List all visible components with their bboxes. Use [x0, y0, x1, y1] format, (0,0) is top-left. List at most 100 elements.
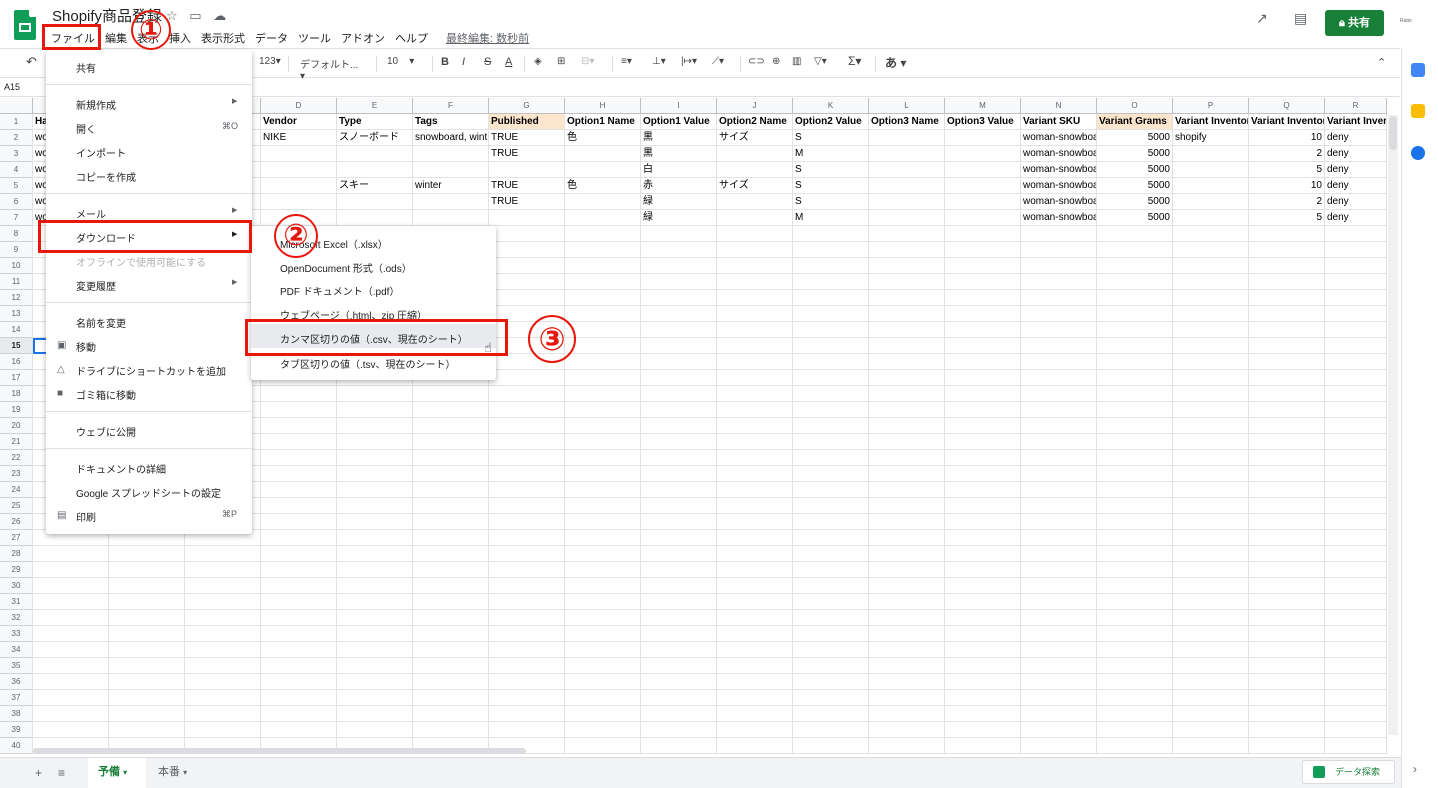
header-cell[interactable]: Variant Grams: [1097, 114, 1173, 130]
table-cell[interactable]: [869, 210, 945, 226]
header-cell[interactable]: Vendor: [261, 114, 337, 130]
menu-tools[interactable]: ツール: [293, 27, 336, 49]
functions-icon[interactable]: Σ▾: [848, 54, 861, 68]
keep-icon[interactable]: [1411, 104, 1425, 118]
table-cell[interactable]: [413, 162, 489, 178]
move-folder-icon[interactable]: ▭: [189, 8, 201, 23]
row-header[interactable]: 32: [0, 610, 33, 626]
share-button[interactable]: 🔒︎ 共有: [1325, 10, 1384, 36]
table-cell[interactable]: [489, 210, 565, 226]
table-cell[interactable]: 黒: [641, 146, 717, 162]
menu-addons[interactable]: アドオン: [336, 27, 390, 49]
table-cell[interactable]: サイズ: [717, 178, 793, 194]
row-header[interactable]: 34: [0, 642, 33, 658]
row-header[interactable]: 26: [0, 514, 33, 530]
table-cell[interactable]: NIKE: [261, 130, 337, 146]
table-cell[interactable]: [337, 194, 413, 210]
table-cell[interactable]: [869, 178, 945, 194]
table-cell[interactable]: TRUE: [489, 146, 565, 162]
table-cell[interactable]: [337, 210, 413, 226]
row-header[interactable]: 7: [0, 210, 33, 226]
header-cell[interactable]: Type: [337, 114, 413, 130]
column-header[interactable]: M: [945, 98, 1021, 114]
header-cell[interactable]: Option2 Value: [793, 114, 869, 130]
table-cell[interactable]: 緑: [641, 194, 717, 210]
table-cell[interactable]: woman-snowboa: [1021, 130, 1097, 146]
table-cell[interactable]: S: [793, 178, 869, 194]
table-cell[interactable]: 色: [565, 130, 641, 146]
row-header[interactable]: 25: [0, 498, 33, 514]
expand-panel-icon[interactable]: ›: [1413, 762, 1417, 776]
table-cell[interactable]: [337, 162, 413, 178]
column-header[interactable]: Q: [1249, 98, 1325, 114]
column-header[interactable]: G: [489, 98, 565, 114]
header-cell[interactable]: Option3 Name: [869, 114, 945, 130]
insert-chart-icon[interactable]: ▥: [792, 56, 801, 67]
table-cell[interactable]: スキー: [337, 178, 413, 194]
header-cell[interactable]: Variant SKU: [1021, 114, 1097, 130]
table-cell[interactable]: deny: [1325, 194, 1387, 210]
table-cell[interactable]: 黒: [641, 130, 717, 146]
table-cell[interactable]: 10: [1249, 130, 1325, 146]
collapse-toolbar-icon[interactable]: ⌃: [1377, 56, 1386, 69]
table-cell[interactable]: [869, 146, 945, 162]
table-cell[interactable]: [717, 194, 793, 210]
table-cell[interactable]: M: [793, 210, 869, 226]
header-cell[interactable]: Option2 Name: [717, 114, 793, 130]
table-cell[interactable]: 5: [1249, 162, 1325, 178]
column-header[interactable]: P: [1173, 98, 1249, 114]
table-cell[interactable]: [489, 162, 565, 178]
row-header[interactable]: 2: [0, 130, 33, 146]
table-cell[interactable]: [565, 210, 641, 226]
column-header[interactable]: E: [337, 98, 413, 114]
insert-comment-icon[interactable]: ⊕: [772, 56, 780, 67]
table-cell[interactable]: [1173, 146, 1249, 162]
row-header[interactable]: 13: [0, 306, 33, 322]
last-edit-link[interactable]: 最終編集: 数秒前: [441, 27, 534, 49]
filter-icon[interactable]: ▽▾: [814, 56, 827, 67]
column-header[interactable]: K: [793, 98, 869, 114]
table-cell[interactable]: [717, 162, 793, 178]
table-cell[interactable]: 5000: [1097, 130, 1173, 146]
column-header[interactable]: F: [413, 98, 489, 114]
menu-format[interactable]: 表示形式: [196, 27, 250, 49]
explore-button[interactable]: データ探索: [1302, 760, 1395, 784]
table-cell[interactable]: [945, 130, 1021, 146]
table-cell[interactable]: [565, 194, 641, 210]
table-cell[interactable]: [945, 210, 1021, 226]
table-cell[interactable]: woman-snowboa: [1021, 210, 1097, 226]
table-cell[interactable]: [565, 162, 641, 178]
column-header[interactable]: H: [565, 98, 641, 114]
header-cell[interactable]: Option1 Name: [565, 114, 641, 130]
table-cell[interactable]: M: [793, 146, 869, 162]
table-cell[interactable]: スノーボード: [337, 130, 413, 146]
table-cell[interactable]: [945, 146, 1021, 162]
header-cell[interactable]: Option1 Value: [641, 114, 717, 130]
table-cell[interactable]: 緑: [641, 210, 717, 226]
header-cell[interactable]: Option3 Value: [945, 114, 1021, 130]
font-size-dropdown[interactable]: 10 ▾: [387, 56, 425, 67]
table-cell[interactable]: shopify: [1173, 130, 1249, 146]
row-header[interactable]: 4: [0, 162, 33, 178]
table-cell[interactable]: 5: [1249, 210, 1325, 226]
table-cell[interactable]: TRUE: [489, 178, 565, 194]
table-cell[interactable]: [565, 146, 641, 162]
text-color-icon[interactable]: A: [505, 56, 512, 68]
row-header[interactable]: 14: [0, 322, 33, 338]
table-cell[interactable]: [945, 194, 1021, 210]
row-header[interactable]: 40: [0, 738, 33, 754]
comments-icon[interactable]: ▤: [1294, 10, 1307, 27]
fill-color-icon[interactable]: ◈: [534, 56, 542, 67]
table-cell[interactable]: winter: [413, 178, 489, 194]
header-cell[interactable]: Tags: [413, 114, 489, 130]
table-cell[interactable]: [717, 210, 793, 226]
bold-icon[interactable]: B: [441, 56, 449, 68]
row-header[interactable]: 10: [0, 258, 33, 274]
menu-help[interactable]: ヘルプ: [390, 27, 433, 49]
table-cell[interactable]: [1173, 162, 1249, 178]
number-format-dropdown[interactable]: 123▾: [259, 56, 281, 67]
table-cell[interactable]: deny: [1325, 178, 1387, 194]
header-cell[interactable]: Published: [489, 114, 565, 130]
table-cell[interactable]: [945, 178, 1021, 194]
undo-icon[interactable]: ↶: [26, 54, 37, 70]
